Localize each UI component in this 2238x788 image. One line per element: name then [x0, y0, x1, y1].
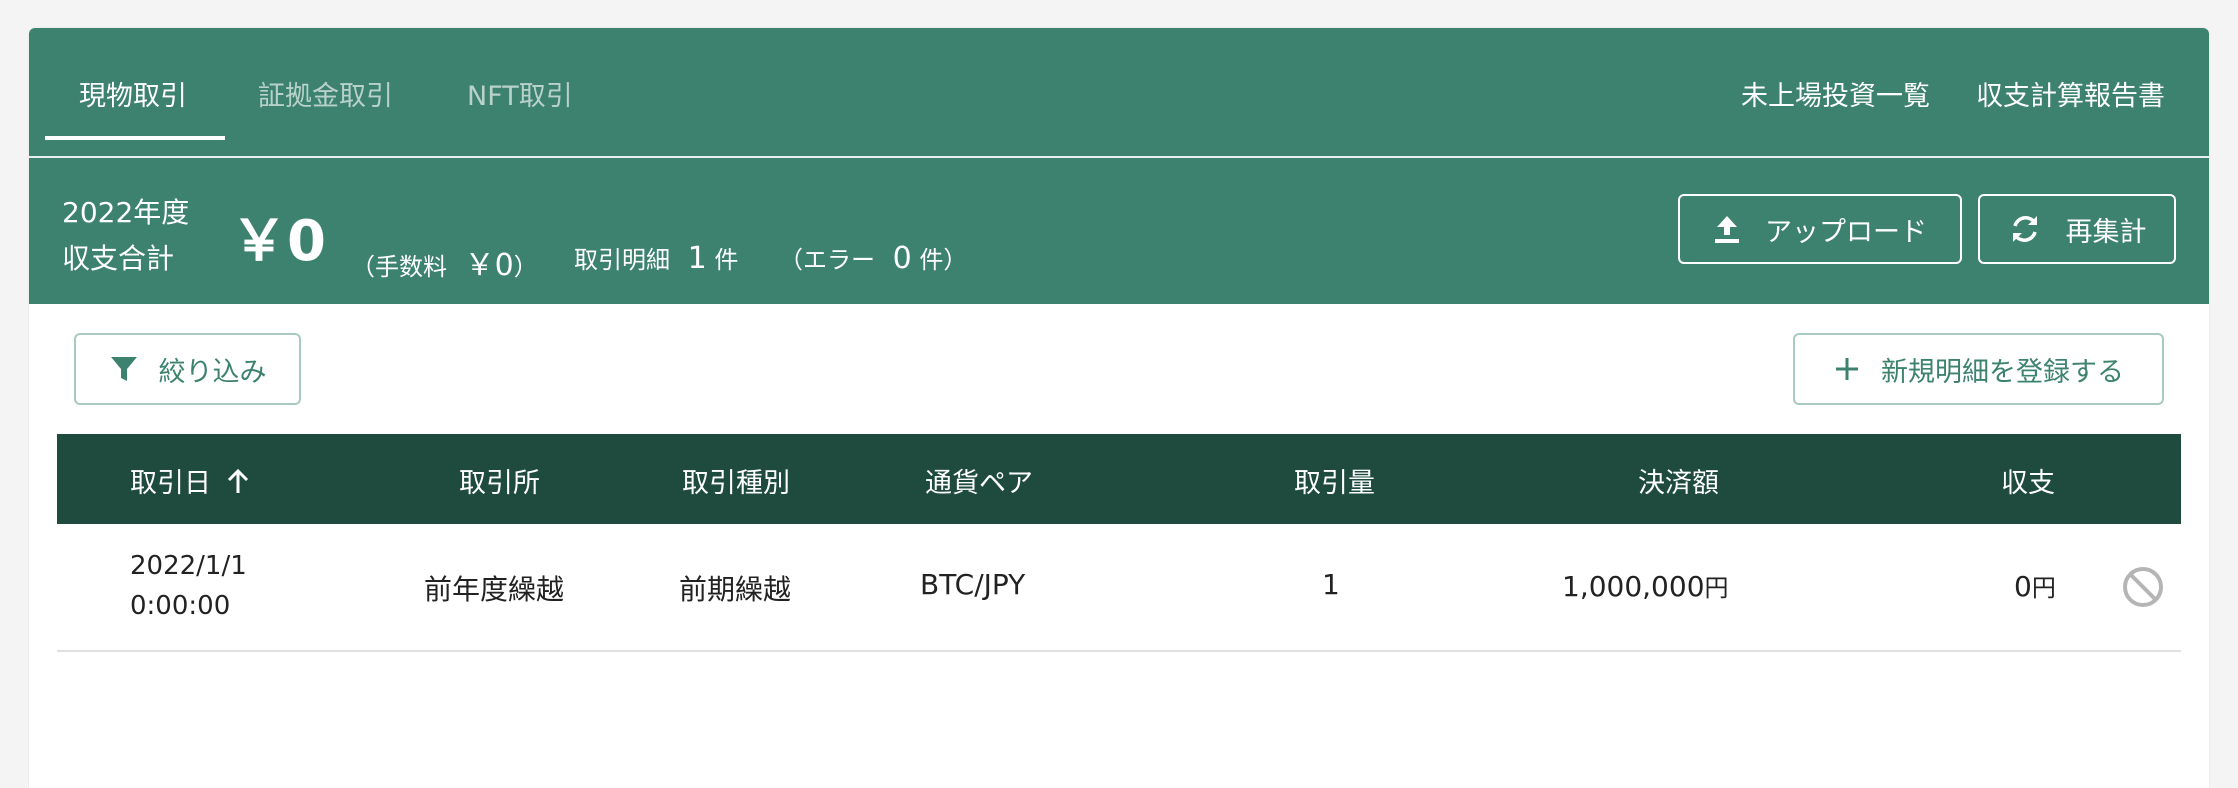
filter-icon [110, 357, 137, 381]
header-amount: 取引量 [1294, 468, 1375, 499]
add-transaction-button[interactable]: 新規明細を登録する [1793, 333, 2164, 405]
transaction-count: 取引明細 1 件 [574, 241, 739, 276]
upload-button[interactable]: アップロード [1678, 194, 1962, 264]
row-balance: 0円 [2014, 570, 2056, 603]
tab-margin[interactable]: 証拠金取引 [258, 74, 393, 113]
table-header: 取引日 取引所 取引種別 通貨ペア 取引量 決済額 収支 [57, 434, 2181, 524]
table-row[interactable]: 2022/1/1 0:00:00 前年度繰越 前期繰越 BTC/JPY 1 1,… [57, 524, 2181, 652]
plus-icon [1836, 358, 1858, 380]
header-type: 取引種別 [682, 468, 790, 499]
header-settlement: 決済額 [1638, 468, 1719, 499]
row-amount: 1 [1322, 568, 1340, 601]
income-report-link[interactable]: 収支計算報告書 [1976, 74, 2165, 113]
unlisted-investments-link[interactable]: 未上場投資一覧 [1741, 74, 1930, 113]
summary-total: ￥0 [231, 209, 326, 274]
upload-icon [1715, 216, 1739, 243]
row-settlement: 1,000,000円 [1562, 570, 1729, 603]
tab-spot[interactable]: 現物取引 [79, 74, 187, 113]
summary-year: 2022年度 [62, 196, 190, 229]
add-transaction-button-label: 新規明細を登録する [1881, 356, 2124, 388]
summary-label: 2022年度 収支合計 [62, 190, 189, 282]
row-type: 前期繰越 [679, 573, 792, 606]
arrow-up-icon [227, 468, 249, 493]
main-card: 現物取引 証拠金取引 NFT取引 未上場投資一覧 収支計算報告書 2022年度 … [29, 28, 2209, 788]
tab-active-indicator [45, 136, 225, 140]
error-count: （エラー 0 件） [779, 241, 968, 276]
recalculate-button[interactable]: 再集計 [1978, 194, 2176, 264]
row-date: 2022/1/1 0:00:00 [130, 551, 247, 621]
tab-nft[interactable]: NFT取引 [467, 74, 573, 113]
header-exchange: 取引所 [459, 468, 540, 499]
row-exchange: 前年度繰越 [424, 573, 565, 606]
error-count-value: 0 [892, 241, 912, 276]
recalculate-button-label: 再集計 [2065, 216, 2147, 248]
transaction-count-value: 1 [687, 241, 707, 276]
header-date[interactable]: 取引日 [130, 461, 251, 500]
header-balance: 収支 [2001, 468, 2055, 499]
row-pair: BTC/JPY [920, 568, 1026, 601]
summary-title: 収支合計 [62, 242, 175, 275]
refresh-icon [2012, 216, 2037, 242]
fee-summary: （手数料 ￥0） [351, 248, 538, 283]
filter-button-label: 絞り込み [158, 356, 267, 388]
summary-bar: 2022年度 収支合計 ￥0 （手数料 ￥0） 取引明細 1 件 （エラー 0 … [29, 158, 2209, 304]
filter-button[interactable]: 絞り込み [74, 333, 301, 405]
fee-value: ￥0 [464, 248, 514, 283]
tab-bar: 現物取引 証拠金取引 NFT取引 未上場投資一覧 収支計算報告書 [29, 28, 2209, 158]
upload-button-label: アップロード [1765, 216, 1927, 248]
block-icon[interactable] [2122, 566, 2164, 608]
header-pair: 通貨ペア [925, 468, 1033, 499]
